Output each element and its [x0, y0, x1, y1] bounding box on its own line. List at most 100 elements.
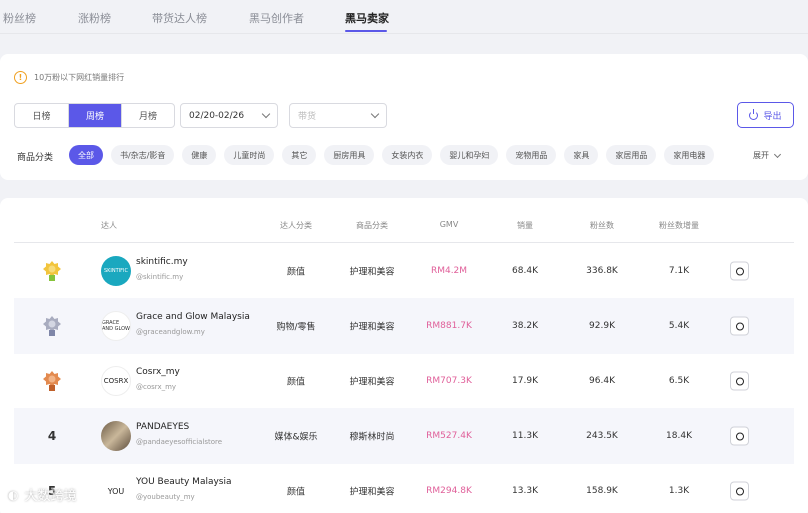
creator-category: 媒体&娱乐 — [274, 432, 318, 443]
table-row[interactable]: COSRX Cosrx_my @cosrx_my 颜值 护理和美容 RM707.… — [14, 353, 794, 409]
creator-name[interactable]: Grace and Glow Malaysia — [136, 312, 250, 322]
followers-value: 243.5K — [586, 431, 618, 441]
expand-categories-button[interactable]: 展开 — [753, 150, 782, 161]
creator-category: 颜值 — [286, 267, 306, 278]
watermark-logo-icon: ◐ — [8, 487, 19, 502]
category-chip[interactable]: 家用电器 — [664, 145, 715, 165]
export-icon — [749, 108, 759, 120]
gold-medal-icon — [43, 261, 61, 281]
search-icon — [735, 487, 744, 495]
product-category: 护理和美容 — [349, 377, 395, 388]
detail-search-button[interactable] — [730, 481, 749, 501]
export-button[interactable]: 导出 — [737, 102, 794, 128]
silver-medal-icon — [43, 316, 61, 336]
creator-handle: @cosrx_my — [136, 383, 177, 391]
watermark-text: 大数跨境 — [24, 489, 77, 504]
followers-value: 96.4K — [589, 376, 615, 386]
ranking-table: 达人 达人分类 商品分类 GMV 销量 粉丝数 粉丝数增量 SKINTIFIC … — [0, 198, 808, 513]
search-icon — [735, 322, 744, 330]
creator-name[interactable]: PANDAEYES — [136, 422, 189, 432]
category-chip[interactable]: 婴儿和孕妇 — [440, 145, 499, 165]
category-chip[interactable]: 其它 — [282, 145, 317, 165]
sales-value: 13.3K — [512, 486, 538, 496]
gmv-value: RM4.2M — [430, 266, 468, 276]
product-category: 穆斯林时尚 — [349, 432, 395, 443]
detail-search-button[interactable] — [730, 261, 749, 281]
header-follower-growth: 粉丝数增量 — [659, 221, 699, 230]
header-creator: 达人 — [101, 221, 117, 230]
chevron-down-icon — [261, 109, 271, 119]
date-range-select[interactable]: 02/20-02/26 — [180, 103, 278, 128]
creator-name[interactable]: Cosrx_my — [136, 367, 180, 377]
category-chip[interactable]: 宠物用品 — [506, 145, 557, 165]
period-switch: 日榜 周榜 月榜 — [14, 103, 175, 128]
table-row[interactable]: 4 PANDAEYES @pandaeyesofficialstore 媒体&娱… — [14, 408, 794, 464]
creator-name[interactable]: YOU Beauty Malaysia — [136, 477, 232, 487]
creator-category: 颜值 — [286, 377, 306, 388]
category-chip[interactable]: 厨房用具 — [324, 145, 375, 165]
sales-value: 17.9K — [512, 376, 538, 386]
info-icon: ! — [14, 71, 27, 84]
gmv-value: RM294.8K — [426, 486, 472, 496]
product-category: 护理和美容 — [349, 322, 395, 333]
watermark: ◐ 大数跨境 — [8, 485, 77, 505]
category-chip-all[interactable]: 全部 — [69, 145, 103, 165]
period-daily[interactable]: 日榜 — [15, 104, 68, 127]
chevron-down-icon — [370, 109, 380, 119]
follower-growth-value: 7.1K — [668, 266, 690, 276]
category-chip[interactable]: 家具 — [564, 145, 599, 165]
detail-search-button[interactable] — [730, 316, 749, 336]
ranking-tabs: 粉丝榜 涨粉榜 带货达人榜 黑马创作者 黑马卖家 — [0, 0, 808, 34]
category-chip[interactable]: 书/杂志/影音 — [111, 145, 175, 165]
category-chip[interactable]: 家居用品 — [606, 145, 657, 165]
type-select[interactable]: 带货 — [289, 103, 387, 128]
avatar: COSRX — [101, 366, 131, 396]
creator-handle: @youbeauty_my — [136, 493, 195, 501]
filter-panel: ! 10万粉以下网红销量排行 日榜 周榜 月榜 02/20-02/26 带货 导… — [0, 54, 808, 180]
header-creator-category: 达人分类 — [280, 221, 312, 230]
sales-value: 68.4K — [512, 266, 538, 276]
table-row[interactable]: 5 YOU YOU Beauty Malaysia @youbeauty_my … — [14, 463, 794, 513]
avatar: YOU — [101, 476, 131, 506]
detail-search-button[interactable] — [730, 371, 749, 391]
category-chips: 全部 书/杂志/影音 健康 儿童时尚 其它 厨房用具 女装内衣 婴儿和孕妇 宠物… — [69, 145, 715, 165]
table-header: 达人 达人分类 商品分类 GMV 销量 粉丝数 粉丝数增量 — [14, 215, 794, 243]
table-row[interactable]: GRACE AND GLOW Grace and Glow Malaysia @… — [14, 298, 794, 354]
category-chip[interactable]: 儿童时尚 — [224, 145, 275, 165]
tab-dark-horse-creators[interactable]: 黑马创作者 — [249, 10, 304, 26]
period-weekly[interactable]: 周榜 — [68, 104, 121, 127]
sales-value: 38.2K — [512, 321, 538, 331]
detail-search-button[interactable] — [730, 426, 749, 446]
tab-dark-horse-sellers[interactable]: 黑马卖家 — [345, 10, 389, 26]
expand-label: 展开 — [753, 151, 769, 160]
header-gmv: GMV — [439, 220, 459, 229]
notice: ! 10万粉以下网红销量排行 — [14, 71, 124, 84]
date-range-value: 02/20-02/26 — [189, 110, 245, 121]
category-chip[interactable]: 女装内衣 — [382, 145, 433, 165]
gmv-value: RM527.4K — [426, 431, 472, 441]
creator-handle: @skintific.my — [136, 273, 184, 281]
creator-category: 购物/零售 — [276, 322, 316, 333]
header-product-category: 商品分类 — [356, 221, 388, 230]
table-row[interactable]: SKINTIFIC skintific.my @skintific.my 颜值 … — [14, 243, 794, 299]
period-monthly[interactable]: 月榜 — [121, 104, 174, 127]
sales-value: 11.3K — [512, 431, 538, 441]
header-sales: 销量 — [517, 221, 533, 230]
tab-fans[interactable]: 粉丝榜 — [3, 10, 36, 26]
category-chip[interactable]: 健康 — [182, 145, 217, 165]
avatar — [101, 421, 131, 451]
search-icon — [735, 267, 744, 275]
export-label: 导出 — [763, 111, 782, 122]
tab-fan-growth[interactable]: 涨粉榜 — [78, 10, 111, 26]
gmv-value: RM707.3K — [426, 376, 472, 386]
followers-value: 336.8K — [586, 266, 618, 276]
followers-value: 158.9K — [586, 486, 618, 496]
product-category: 护理和美容 — [349, 267, 395, 278]
avatar: SKINTIFIC — [101, 256, 131, 286]
active-tab-indicator — [345, 30, 387, 32]
creator-name[interactable]: skintific.my — [136, 257, 188, 267]
tab-sales-creators[interactable]: 带货达人榜 — [152, 10, 207, 26]
notice-text: 10万粉以下网红销量排行 — [34, 73, 125, 82]
type-placeholder: 带货 — [298, 112, 317, 122]
product-category: 护理和美容 — [349, 487, 395, 498]
